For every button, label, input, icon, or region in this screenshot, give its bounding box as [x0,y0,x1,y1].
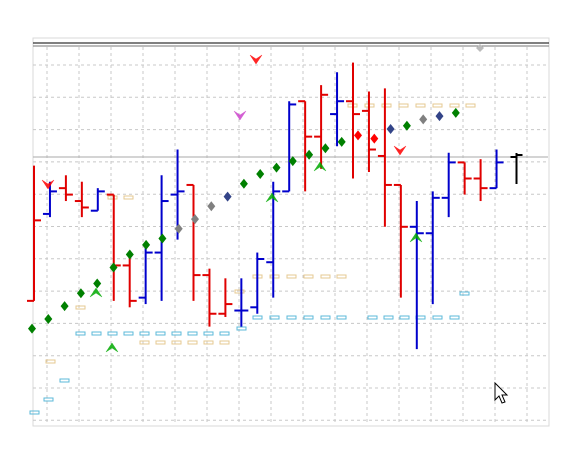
ohlc-chart[interactable] [0,0,579,454]
plot-area [32,37,550,427]
chart-window [0,0,579,454]
